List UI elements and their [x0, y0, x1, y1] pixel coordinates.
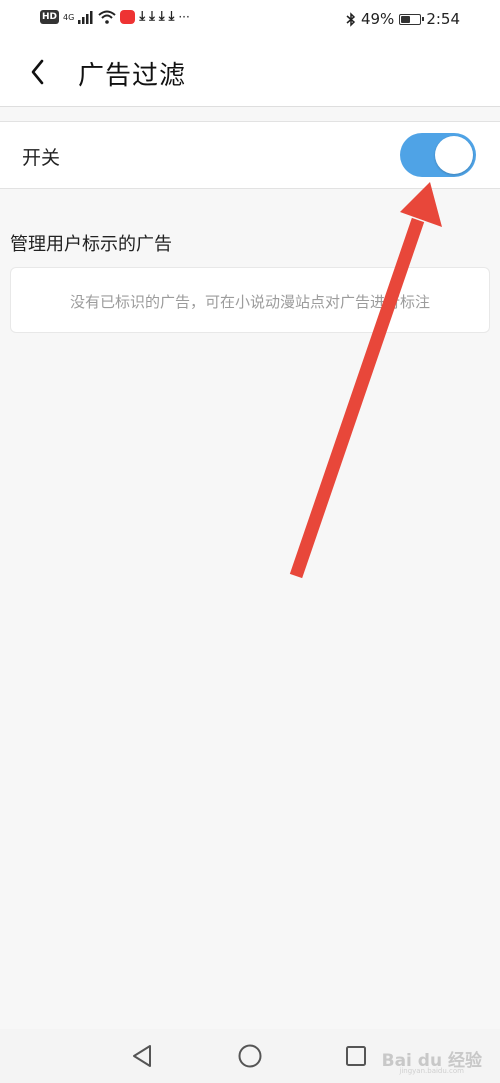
chevron-left-icon	[31, 59, 44, 85]
network-type: 4G	[63, 12, 75, 22]
download-icon: ⤓	[139, 9, 146, 24]
download-icon: ⤓	[158, 9, 165, 24]
bluetooth-icon	[346, 11, 356, 27]
page-title: 广告过滤	[78, 61, 187, 91]
status-left-icons: HD 4G ⤓ ⤓ ⤓ ⤓ ···	[40, 10, 190, 24]
more-notifications: ···	[178, 10, 190, 24]
status-right-icons: 49% 2:54	[346, 10, 460, 28]
circle-home-icon	[238, 1044, 262, 1068]
hd-badge: HD	[40, 10, 60, 24]
battery-icon	[399, 13, 425, 25]
triangle-back-icon	[133, 1045, 151, 1067]
status-bar: HD 4G ⤓ ⤓ ⤓ ⤓ ··· 49% 2:54	[0, 0, 500, 38]
download-icon: ⤓	[168, 9, 175, 24]
section-title: 管理用户标示的广告	[10, 234, 172, 255]
nav-recents-button[interactable]	[341, 1041, 371, 1071]
back-button[interactable]	[22, 52, 56, 92]
download-icon: ⤓	[149, 9, 155, 24]
ad-filter-switch-row: 开关	[0, 121, 500, 189]
app-notification-icon	[120, 10, 136, 24]
ad-filter-toggle[interactable]	[400, 133, 476, 177]
switch-label: 开关	[22, 147, 61, 169]
wifi-icon	[98, 10, 116, 24]
empty-state-card: 没有已标识的广告，可在小说动漫站点对广告进行标注	[10, 267, 490, 333]
status-time: 2:54	[426, 10, 460, 28]
arrow-shape	[289, 182, 442, 579]
square-recents-icon	[346, 1046, 366, 1066]
app-bar: 广告过滤	[0, 38, 500, 107]
battery-percent: 49%	[360, 10, 395, 28]
nav-back-button[interactable]	[128, 1041, 158, 1071]
nav-home-button[interactable]	[235, 1041, 265, 1071]
empty-message: 没有已标识的广告，可在小说动漫站点对广告进行标注	[69, 293, 430, 311]
watermark-url: jingyan.baidu.com	[399, 1067, 464, 1075]
signal-icon	[78, 10, 93, 24]
toggle-knob	[435, 136, 473, 174]
